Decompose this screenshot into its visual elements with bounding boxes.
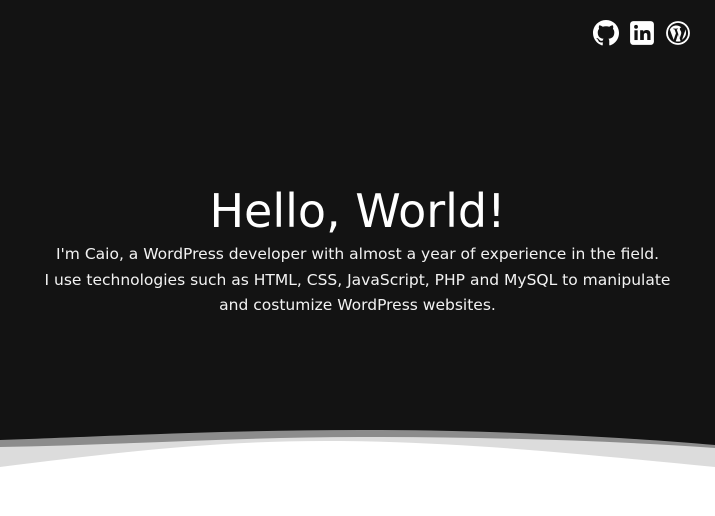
bio-line: and costumize WordPress websites. — [219, 296, 496, 314]
bio-line: I'm Caio, a WordPress developer with alm… — [55, 245, 660, 263]
linkedin-link[interactable] — [629, 20, 655, 46]
page: Hello, World! I'm Caio, a WordPress deve… — [0, 0, 715, 516]
wave-divider — [0, 430, 715, 516]
github-icon — [593, 20, 619, 46]
wordpress-icon — [666, 21, 690, 45]
hero-title: Hello, World! — [209, 184, 506, 238]
hero-content: Hello, World! I'm Caio, a WordPress deve… — [0, 182, 715, 319]
github-link[interactable] — [593, 20, 619, 46]
hero-bio: I'm Caio, a WordPress developer with alm… — [0, 242, 715, 319]
social-links — [593, 20, 691, 46]
wordpress-link[interactable] — [665, 20, 691, 46]
bio-line: I use technologies such as HTML, CSS, Ja… — [44, 270, 671, 289]
linkedin-icon — [630, 21, 654, 45]
